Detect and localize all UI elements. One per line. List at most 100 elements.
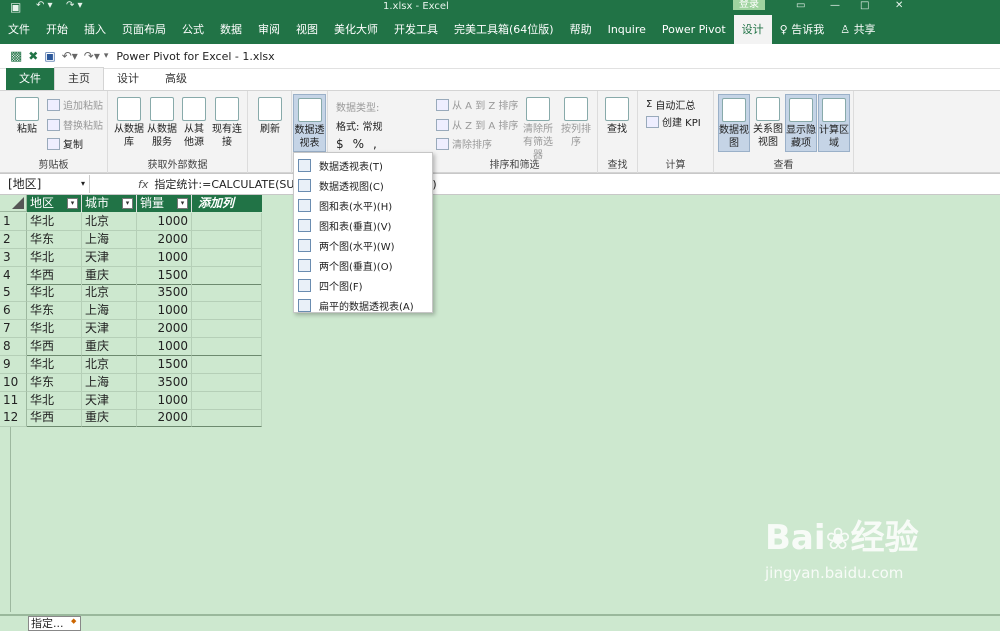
calculation-area-button[interactable]: 计算区域 — [818, 94, 850, 152]
menu-design[interactable]: 设计 — [733, 15, 772, 44]
cell-region[interactable]: 华北 — [27, 213, 82, 231]
cell-region[interactable]: 华北 — [27, 284, 82, 303]
cell-add[interactable] — [192, 302, 262, 321]
undo-icon[interactable]: ↶ ▾ — [36, 0, 53, 11]
pivottable-button[interactable]: 数据透视表 — [293, 94, 326, 152]
tab-file[interactable]: 文件 — [6, 68, 54, 90]
cell-sales[interactable]: 1500 — [137, 355, 192, 374]
comma-button[interactable]: , — [373, 137, 377, 151]
cell-region[interactable]: 华北 — [27, 248, 82, 267]
sort-by-column-button[interactable]: 按列排序 — [560, 97, 592, 149]
cell-region[interactable]: 华西 — [27, 337, 82, 356]
menu-item-flattened-pivottable[interactable]: 扁平的数据透视表(A) — [294, 295, 432, 315]
row-number[interactable]: 2 — [0, 230, 27, 249]
percent-button[interactable]: % — [353, 137, 364, 151]
cell-sales[interactable]: 3500 — [137, 373, 192, 392]
cell-sales[interactable]: 2000 — [137, 320, 192, 339]
cell-sales[interactable]: 2000 — [137, 409, 192, 428]
cell-add[interactable] — [192, 266, 262, 285]
row-number[interactable]: 1 — [0, 213, 27, 231]
replace-paste-button[interactable]: 替换粘贴 — [47, 117, 103, 132]
row-number[interactable]: 3 — [0, 248, 27, 267]
menu-review[interactable]: 审阅 — [250, 15, 288, 44]
currency-button[interactable]: $ — [336, 137, 344, 151]
find-button[interactable]: 查找 — [604, 97, 630, 136]
filter-dropdown-icon[interactable]: ▾ — [67, 198, 78, 209]
clear-filters-button[interactable]: 清除所有筛选器 — [520, 97, 556, 162]
menu-item-two-charts-horizontal[interactable]: 两个图(水平)(W) — [294, 235, 432, 255]
datatype-dropdown[interactable]: 数据类型: — [336, 99, 379, 114]
data-view-button[interactable]: 数据视图 — [718, 94, 750, 152]
copy-button[interactable]: 复制 — [47, 136, 83, 151]
cell-city[interactable]: 北京 — [82, 355, 137, 374]
format-dropdown[interactable]: 格式: 常规 — [336, 118, 383, 133]
cell-region[interactable]: 华西 — [27, 266, 82, 285]
diagram-view-button[interactable]: 关系图视图 — [752, 97, 784, 149]
save-icon[interactable]: ▣ — [44, 49, 55, 63]
tab-design[interactable]: 设计 — [104, 68, 152, 90]
cell-city[interactable]: 上海 — [82, 373, 137, 392]
menu-item-chart-table-horizontal[interactable]: 图和表(水平)(H) — [294, 195, 432, 215]
cell-add[interactable] — [192, 320, 262, 339]
tab-home[interactable]: 主页 — [54, 67, 104, 90]
redo-icon[interactable]: ↷ ▾ — [66, 0, 83, 11]
cell-region[interactable]: 华东 — [27, 373, 82, 392]
menu-view[interactable]: 视图 — [288, 15, 326, 44]
row-number[interactable]: 7 — [0, 320, 27, 339]
redo-icon[interactable]: ↷▾ — [84, 49, 100, 63]
row-number[interactable]: 12 — [0, 409, 27, 428]
cell-add[interactable] — [192, 230, 262, 249]
cell-add[interactable] — [192, 337, 262, 356]
cell-city[interactable]: 重庆 — [82, 337, 137, 356]
menu-item-four-charts[interactable]: 四个图(F) — [294, 275, 432, 295]
menu-insert[interactable]: 插入 — [76, 15, 114, 44]
menu-power-pivot[interactable]: Power Pivot — [654, 15, 734, 44]
maximize-icon[interactable]: □ — [860, 0, 869, 11]
row-number[interactable]: 8 — [0, 337, 27, 356]
cell-region[interactable]: 华北 — [27, 391, 82, 410]
cell-region[interactable]: 华北 — [27, 355, 82, 374]
close-icon[interactable]: ✕ — [895, 0, 903, 11]
cell-city[interactable]: 天津 — [82, 320, 137, 339]
cell-city[interactable]: 天津 — [82, 391, 137, 410]
cell-city[interactable]: 上海 — [82, 230, 137, 249]
append-paste-button[interactable]: 追加粘贴 — [47, 97, 103, 112]
cell-add[interactable] — [192, 248, 262, 267]
column-header-sales[interactable]: 销量 ▾ — [137, 195, 192, 212]
menu-item-pivotchart[interactable]: 数据透视图(C) — [294, 175, 432, 195]
formula-input[interactable]: 指定统计:=CALCULATE(SUM — [154, 176, 294, 192]
menu-formulas[interactable]: 公式 — [174, 15, 212, 44]
menu-help[interactable]: 帮助 — [562, 15, 600, 44]
column-header-region[interactable]: 地区 ▾ — [27, 195, 82, 212]
name-box[interactable]: [地区] ▾ — [0, 175, 90, 193]
save-icon[interactable]: ▣ — [10, 0, 21, 14]
cell-sales[interactable]: 1000 — [137, 337, 192, 356]
customize-toolbar-icon[interactable]: ▾ — [104, 51, 109, 61]
row-number[interactable]: 10 — [0, 373, 27, 392]
cell-add[interactable] — [192, 409, 262, 428]
menu-tell-me[interactable]: ♀ 告诉我 — [772, 15, 833, 44]
cell-region[interactable]: 华北 — [27, 320, 82, 339]
select-all-corner[interactable] — [0, 195, 27, 212]
cell-sales[interactable]: 3500 — [137, 284, 192, 303]
row-number[interactable]: 4 — [0, 266, 27, 285]
ribbon-options-icon[interactable]: ▭ — [796, 0, 805, 11]
cell-city[interactable]: 上海 — [82, 302, 137, 321]
menu-item-pivottable[interactable]: 数据透视表(T) — [294, 155, 432, 175]
cell-sales[interactable]: 1500 — [137, 266, 192, 285]
from-other-button[interactable]: 从其他源 — [180, 97, 208, 149]
cell-add[interactable] — [192, 373, 262, 392]
row-number[interactable]: 9 — [0, 355, 27, 374]
cell-region[interactable]: 华东 — [27, 302, 82, 321]
row-number[interactable]: 6 — [0, 302, 27, 321]
cell-city[interactable]: 重庆 — [82, 409, 137, 428]
clear-sort-button[interactable]: 清除排序 — [436, 136, 492, 151]
menu-data[interactable]: 数据 — [212, 15, 250, 44]
filter-dropdown-icon[interactable]: ▾ — [122, 198, 133, 209]
column-header-city[interactable]: 城市 ▾ — [82, 195, 137, 212]
menu-share[interactable]: ♙ 共享 — [832, 15, 883, 44]
cell-sales[interactable]: 2000 — [137, 230, 192, 249]
cell-region[interactable]: 华东 — [27, 230, 82, 249]
show-hidden-button[interactable]: 显示隐藏项 — [785, 94, 817, 152]
cell-add[interactable] — [192, 391, 262, 410]
